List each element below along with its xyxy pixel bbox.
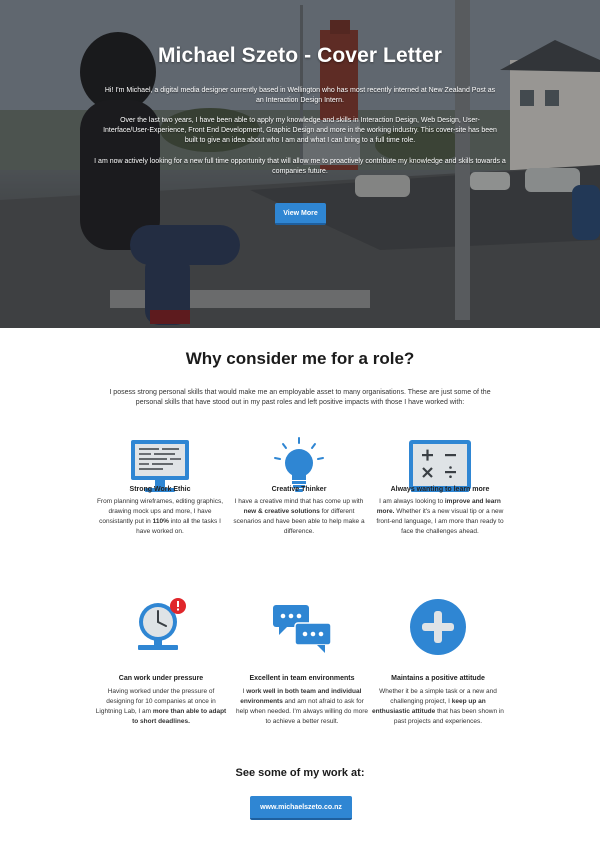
feature-strong-work-ethic: Strong Work Ethic From planning wirefram…	[85, 430, 235, 590]
section-intro: I posess strong personal skills that wou…	[109, 389, 491, 406]
section-title: Why consider me for a role?	[185, 349, 415, 368]
feature-title: Maintains a positive attitude	[391, 675, 485, 682]
feature-description: Whether it be a simple task or a new and…	[372, 688, 504, 725]
clock-alert-icon	[86, 595, 236, 655]
feature-title: Strong Work Ethic	[129, 486, 191, 493]
feature-description: I work well in both team and individual …	[235, 688, 369, 725]
page-title: Michael Szeto - Cover Letter	[157, 44, 443, 67]
feature-description: I am always looking to improve and learn…	[376, 498, 504, 535]
plus-circle-icon	[363, 597, 513, 657]
view-more-button[interactable]: View More	[275, 203, 326, 225]
portfolio-link-button[interactable]: www.michaelszeto.co.nz	[250, 796, 352, 820]
feature-title: Can work under pressure	[118, 675, 204, 682]
feature-description: I have a creative mind that has come up …	[233, 498, 365, 535]
hero-paragraph-intro: Hi! I'm Michael, a digital media designe…	[104, 87, 496, 104]
feature-title: Excellent in team environments	[249, 675, 355, 682]
hero-paragraph-goal: I am now actively looking for a new full…	[94, 158, 506, 175]
feature-creative-thinker: Creative Thinker I have a creative mind …	[224, 430, 374, 590]
feature-description: From planning wireframes, editing graphi…	[96, 498, 224, 535]
feature-title: Creative Thinker	[271, 486, 327, 493]
feature-positive-attitude: Maintains a positive attitude Whether it…	[363, 595, 513, 745]
work-heading: See some of my work at:	[235, 767, 365, 779]
feature-learn-more: Always wanting to learn more I am always…	[365, 430, 515, 590]
feature-title: Always wanting to learn more	[390, 486, 490, 493]
hero-banner: Michael Szeto - Cover Letter Hi! I'm Mic…	[0, 0, 600, 328]
chat-bubbles-icon	[227, 603, 377, 663]
feature-team-environments: Excellent in team environments I work we…	[227, 595, 377, 745]
feature-description: Having worked under the pressure of desi…	[95, 688, 227, 725]
hero-paragraph-experience: Over the last two years, I have been abl…	[103, 117, 497, 144]
feature-work-under-pressure: Can work under pressure Having worked un…	[86, 595, 236, 745]
